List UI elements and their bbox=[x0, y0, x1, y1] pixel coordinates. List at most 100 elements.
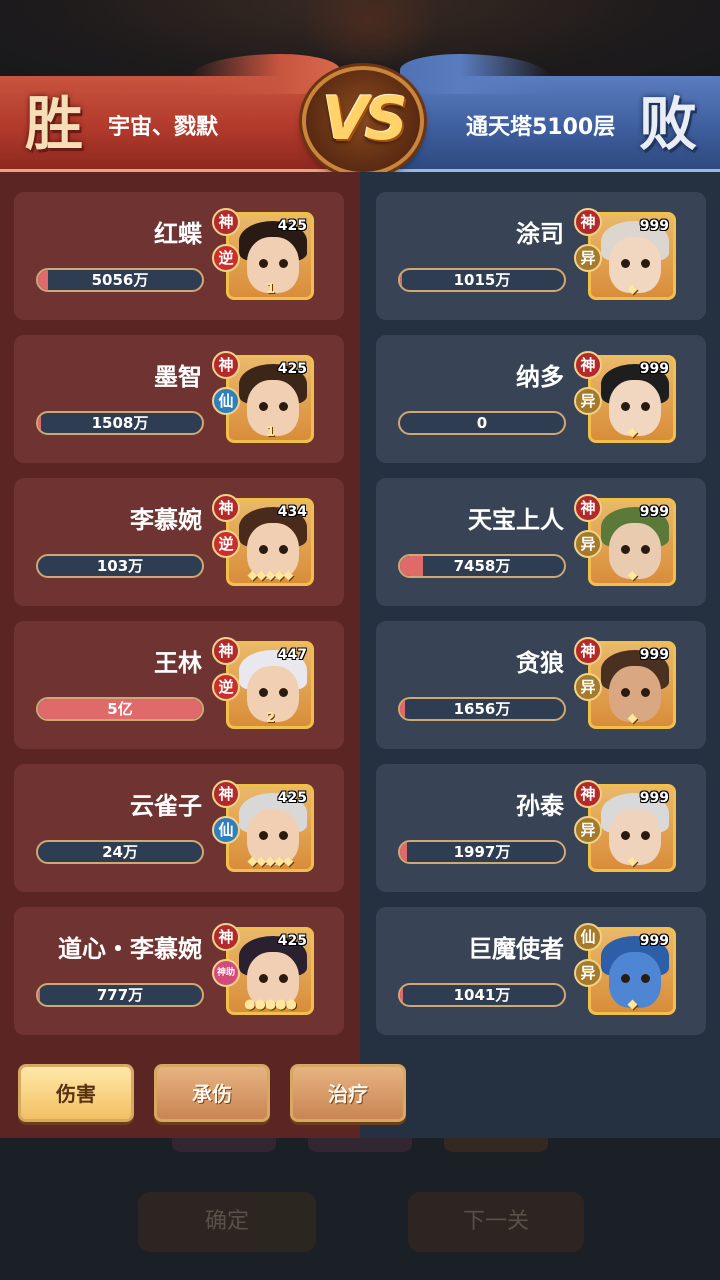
right-team-name: 通天塔5100层 bbox=[466, 115, 616, 140]
hero-eye bbox=[641, 259, 650, 268]
faction-badge: 逆 bbox=[212, 673, 240, 701]
lose-label: 败 bbox=[638, 90, 697, 158]
damage-value: 1015万 bbox=[453, 271, 511, 289]
hero-stat-card[interactable]: 王林 5亿 447 2 神逆 bbox=[14, 621, 344, 749]
left-team-name: 宇宙、戮默 bbox=[108, 115, 219, 140]
hero-stat-card[interactable]: 巨魔使者 1041万 999 ◆ 仙异 bbox=[376, 907, 706, 1035]
hero-stat-card[interactable]: 云雀子 24万 425 ◆◆◆◆◆ 神仙 bbox=[14, 764, 344, 892]
tab-healing[interactable]: 治疗 bbox=[290, 1064, 406, 1122]
faction-badge: 异 bbox=[574, 387, 602, 415]
damage-value: 1997万 bbox=[453, 843, 511, 861]
confirm-button-label: 确定 bbox=[204, 1209, 249, 1234]
hero-eye bbox=[641, 688, 650, 697]
hero-level: 425 bbox=[277, 933, 307, 949]
damage-bar: 1508万 bbox=[36, 411, 204, 435]
rank-badge: 神 bbox=[212, 923, 240, 951]
hero-stat-card[interactable]: 贪狼 1656万 999 ◆ 神异 bbox=[376, 621, 706, 749]
hero-name: 贪狼 bbox=[516, 649, 564, 677]
hero-stat-card[interactable]: 涂司 1015万 999 ◆ 神异 bbox=[376, 192, 706, 320]
hero-level: 999 bbox=[639, 504, 669, 520]
dimmed-background-area bbox=[0, 1138, 720, 1280]
faction-badge: 异 bbox=[574, 673, 602, 701]
damage-value: 0 bbox=[476, 414, 488, 432]
damage-value: 103万 bbox=[96, 557, 144, 575]
damage-bar: 103万 bbox=[36, 554, 204, 578]
faction-badge: 逆 bbox=[212, 244, 240, 272]
hero-eye bbox=[259, 688, 268, 697]
hero-eye bbox=[279, 259, 288, 268]
hero-star-rank: ◆ bbox=[627, 997, 638, 1012]
hero-stat-card[interactable]: 李慕婉 103万 434 ◆◆◆◆◆ 神逆 bbox=[14, 478, 344, 606]
hero-name: 天宝上人 bbox=[468, 506, 564, 534]
confirm-button[interactable]: 确定 bbox=[138, 1192, 316, 1252]
tab-damage[interactable]: 伤害 bbox=[18, 1064, 134, 1122]
tab-damage-label: 伤害 bbox=[56, 1082, 96, 1106]
hero-eye bbox=[641, 974, 650, 983]
damage-bar: 5056万 bbox=[36, 268, 204, 292]
background-tab-shadow bbox=[444, 1138, 548, 1152]
hero-star-rank: ◆◆◆◆◆ bbox=[247, 854, 294, 869]
hero-eye bbox=[259, 259, 268, 268]
hero-star-rank: ◆ bbox=[627, 568, 638, 583]
hero-eye bbox=[621, 545, 630, 554]
hero-stat-card[interactable]: 纳多 0 999 ◆ 神异 bbox=[376, 335, 706, 463]
rank-badge: 神 bbox=[574, 780, 602, 808]
hero-level: 999 bbox=[639, 218, 669, 234]
rank-badge: 神 bbox=[212, 494, 240, 522]
hero-eye bbox=[259, 402, 268, 411]
hero-star-rank: ◆ bbox=[627, 854, 638, 869]
hero-stat-card[interactable]: 道心・李慕婉 777万 425 ●●●●● 神神助 bbox=[14, 907, 344, 1035]
faction-badge: 异 bbox=[574, 959, 602, 987]
hero-star-rank: 1 bbox=[265, 282, 275, 297]
hero-name: 云雀子 bbox=[130, 792, 202, 820]
vs-emblem: VS bbox=[302, 66, 424, 176]
hero-name: 巨魔使者 bbox=[468, 935, 564, 963]
vs-label: VS bbox=[322, 84, 408, 154]
hero-star-rank: 2 bbox=[265, 711, 275, 726]
hero-stat-card[interactable]: 孙泰 1997万 999 ◆ 神异 bbox=[376, 764, 706, 892]
faction-badge: 神助 bbox=[212, 959, 240, 987]
hero-star-rank: ◆ bbox=[627, 282, 638, 297]
background-tab-shadow bbox=[172, 1138, 276, 1152]
hero-star-rank: ●●●●● bbox=[244, 997, 297, 1012]
faction-badge: 异 bbox=[574, 816, 602, 844]
damage-bar: 1041万 bbox=[398, 983, 566, 1007]
hero-eye bbox=[621, 974, 630, 983]
tab-healing-label: 治疗 bbox=[328, 1082, 368, 1106]
damage-value: 5056万 bbox=[91, 271, 149, 289]
hero-stat-card[interactable]: 天宝上人 7458万 999 ◆ 神异 bbox=[376, 478, 706, 606]
damage-bar: 0 bbox=[398, 411, 566, 435]
hero-name: 纳多 bbox=[516, 363, 564, 391]
rank-badge: 神 bbox=[212, 351, 240, 379]
hero-stat-card[interactable]: 红蝶 5056万 425 1 神逆 bbox=[14, 192, 344, 320]
hero-level: 425 bbox=[277, 361, 307, 377]
hero-eye bbox=[259, 831, 268, 840]
background-tab-shadow bbox=[308, 1138, 412, 1152]
next-level-button[interactable]: 下一关 bbox=[408, 1192, 584, 1252]
hero-eye bbox=[259, 974, 268, 983]
damage-value: 1508万 bbox=[91, 414, 149, 432]
hero-eye bbox=[279, 402, 288, 411]
rank-badge: 神 bbox=[574, 351, 602, 379]
hero-star-rank: ◆◆◆◆◆ bbox=[247, 568, 294, 583]
faction-badge: 异 bbox=[574, 244, 602, 272]
hero-stat-card[interactable]: 墨智 1508万 425 1 神仙 bbox=[14, 335, 344, 463]
tab-damage-taken[interactable]: 承伤 bbox=[154, 1064, 270, 1122]
hero-name: 墨智 bbox=[154, 363, 202, 391]
hero-level: 999 bbox=[639, 933, 669, 949]
hero-eye bbox=[621, 688, 630, 697]
rank-badge: 仙 bbox=[574, 923, 602, 951]
hero-star-rank: ◆ bbox=[627, 711, 638, 726]
faction-badge: 异 bbox=[574, 530, 602, 558]
next-level-button-label: 下一关 bbox=[462, 1209, 529, 1234]
hero-name: 李慕婉 bbox=[130, 506, 202, 534]
damage-value: 7458万 bbox=[453, 557, 511, 575]
faction-badge: 仙 bbox=[212, 816, 240, 844]
hero-name: 红蝶 bbox=[154, 220, 202, 248]
battle-header: 胜 宇宙、戮默 通天塔5100层 败 VS bbox=[0, 54, 720, 176]
hero-eye bbox=[279, 974, 288, 983]
hero-eye bbox=[259, 545, 268, 554]
damage-value: 1041万 bbox=[453, 986, 511, 1004]
damage-bar: 1656万 bbox=[398, 697, 566, 721]
hero-eye bbox=[279, 688, 288, 697]
